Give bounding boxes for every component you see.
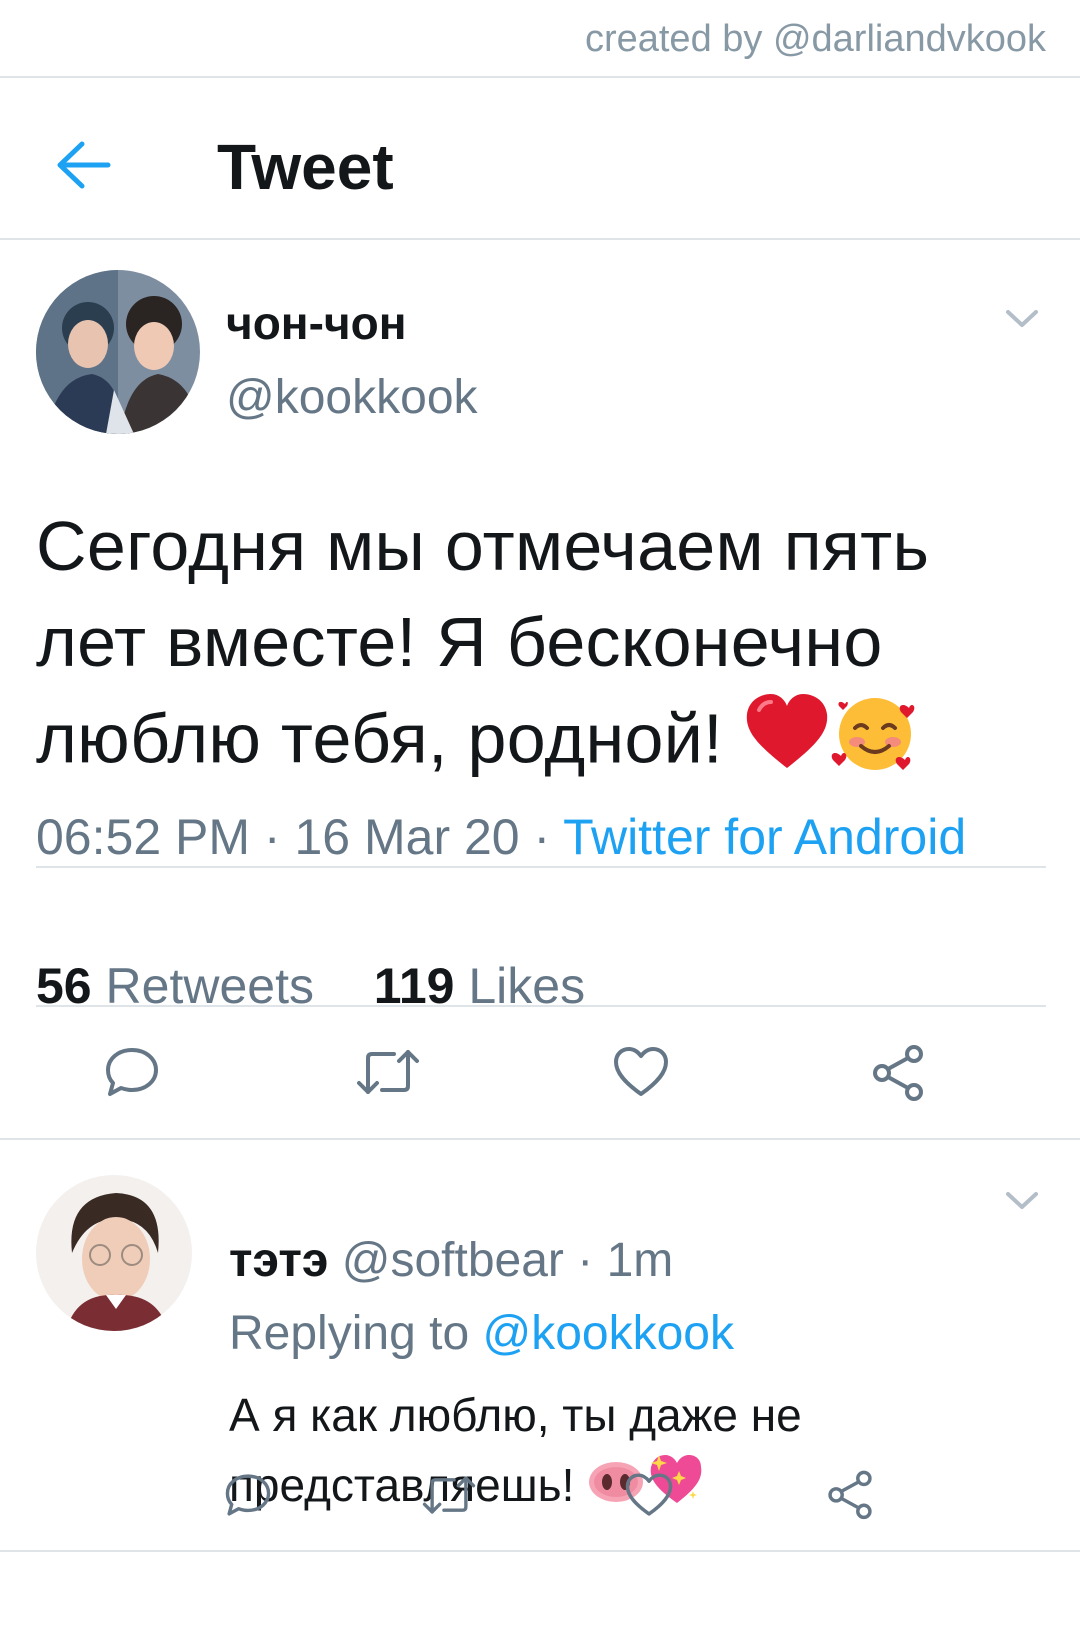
tweet-date: 16 Mar 20 <box>294 809 520 865</box>
reply-author-handle[interactable]: @softbear <box>342 1234 564 1287</box>
tweet-text: Сегодня мы отмечаем пять лет вместе! Я б… <box>36 498 1046 798</box>
like-icon <box>614 1047 668 1096</box>
reply-button[interactable] <box>104 1046 160 1098</box>
divider <box>36 866 1046 868</box>
meta-separator: · <box>577 1234 594 1287</box>
reply-text-content: А я как люблю, ты даже не представляешь! <box>229 1389 802 1511</box>
arrow-left-icon <box>57 141 111 189</box>
page-title: Tweet <box>217 131 394 203</box>
share-icon <box>873 1045 923 1101</box>
replying-to: Replying to @kookkook <box>229 1306 734 1361</box>
reply-retweet-button[interactable] <box>422 1472 476 1518</box>
reply-options-button[interactable] <box>1002 1186 1042 1214</box>
tweet-options-button[interactable] <box>1002 304 1042 332</box>
author-name[interactable]: чон-чон <box>226 296 407 350</box>
replying-prefix: Replying to <box>229 1307 470 1360</box>
tweet-meta: 06:52 PM · 16 Mar 20 · Twitter for Andro… <box>36 808 966 866</box>
replying-handle-link[interactable]: @kookkook <box>482 1307 734 1360</box>
retweet-icon <box>422 1476 476 1514</box>
back-button[interactable] <box>52 138 118 192</box>
meta-separator: · <box>263 809 281 865</box>
divider <box>0 1138 1080 1140</box>
divider <box>36 1005 1046 1007</box>
meta-separator: · <box>533 809 551 865</box>
chevron-down-icon <box>1006 1192 1038 1209</box>
chevron-down-icon <box>1006 310 1038 327</box>
reply-icon <box>225 1474 271 1516</box>
reply-time: 1m <box>606 1234 674 1287</box>
smiling-face-with-hearts-emoji <box>831 690 921 798</box>
divider <box>0 1550 1080 1552</box>
reply-icon <box>106 1048 158 1096</box>
reply-header: тэтэ @softbear · 1m <box>229 1233 673 1288</box>
avatar-image <box>36 1175 192 1331</box>
author-handle[interactable]: @kookkook <box>226 370 478 425</box>
reply-reply-button[interactable] <box>224 1472 272 1518</box>
share-button[interactable] <box>868 1042 928 1102</box>
reply-like-button[interactable] <box>624 1472 674 1518</box>
divider <box>0 76 1080 78</box>
retweet-button[interactable] <box>356 1046 420 1098</box>
reply-author-name[interactable]: тэтэ <box>229 1234 328 1287</box>
share-icon <box>828 1470 872 1520</box>
retweet-icon <box>357 1050 419 1094</box>
reply-avatar[interactable] <box>36 1175 192 1331</box>
credit-text: created by @darliandvkook <box>584 18 1046 60</box>
reply-share-button[interactable] <box>824 1468 876 1520</box>
like-icon <box>625 1473 673 1516</box>
divider <box>0 238 1080 240</box>
tweet-source-link[interactable]: Twitter for Android <box>563 809 966 865</box>
like-button[interactable] <box>612 1046 670 1098</box>
tweet-time: 06:52 PM <box>36 809 251 865</box>
avatar-image <box>36 270 200 434</box>
avatar[interactable] <box>36 270 200 434</box>
red-heart-emoji <box>743 692 831 796</box>
